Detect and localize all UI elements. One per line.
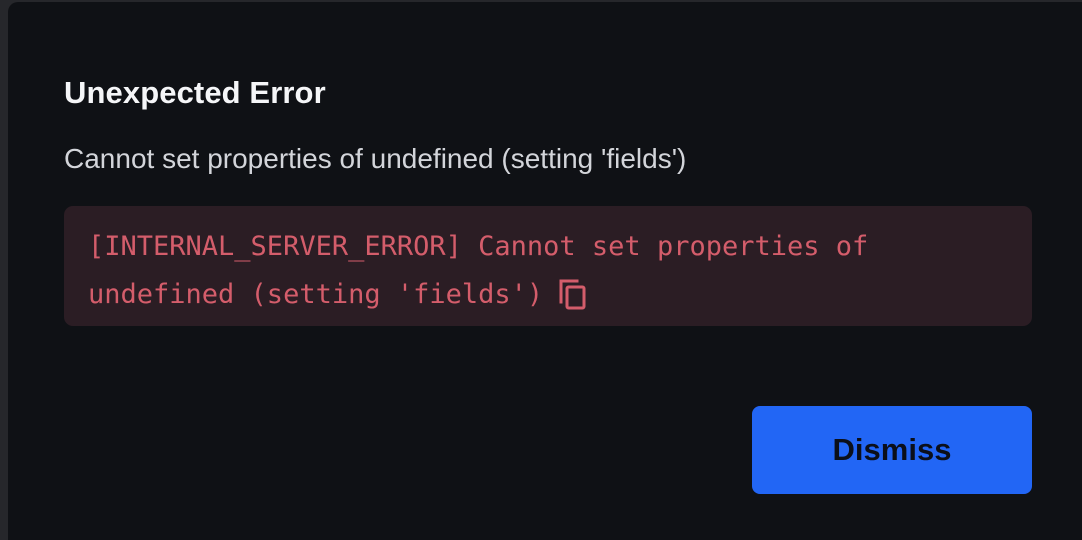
error-dialog: Unexpected Error Cannot set properties o… bbox=[8, 2, 1082, 540]
error-detail-text: [INTERNAL_SERVER_ERROR] Cannot set prope… bbox=[88, 231, 885, 310]
error-detail-box: [INTERNAL_SERVER_ERROR] Cannot set prope… bbox=[64, 206, 1032, 326]
copy-icon[interactable] bbox=[557, 277, 589, 311]
error-message: Cannot set properties of undefined (sett… bbox=[64, 143, 687, 174]
dismiss-button[interactable]: Dismiss bbox=[752, 406, 1032, 494]
dialog-title: Unexpected Error bbox=[64, 75, 326, 110]
